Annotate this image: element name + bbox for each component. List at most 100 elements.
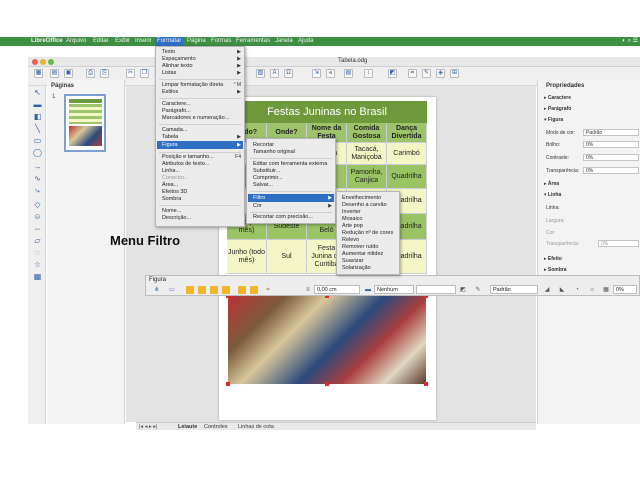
flowchart-icon[interactable]: ▱ [32, 236, 43, 245]
format-menu-item[interactable]: Atributos de texto... [162, 161, 209, 167]
tab-leiaute[interactable]: Leiaute [178, 424, 197, 430]
resize-handle[interactable] [424, 382, 428, 386]
transform-icon[interactable]: ▭ [168, 286, 176, 294]
color-mode-select[interactable]: Padrão [583, 129, 639, 136]
menu-libreoffice[interactable]: LibreOffice [31, 38, 63, 44]
section-paragrafo[interactable]: ▸ Parágrafo [544, 106, 571, 112]
section-caractere[interactable]: ▸ Caractere [544, 95, 571, 101]
menu-pagina[interactable]: Página [187, 38, 206, 44]
format-menu-item[interactable]: Descrição... [162, 215, 191, 221]
green-channel-icon[interactable]: ◣ [558, 286, 566, 294]
resize-handle[interactable] [325, 382, 329, 386]
blue-channel-icon[interactable]: ◔ [573, 286, 581, 294]
figura-menu-item[interactable]: Recortar [253, 142, 274, 148]
section-area[interactable]: ▸ Área [544, 181, 559, 187]
tab-controles[interactable]: Controles [204, 424, 228, 430]
pen-icon[interactable]: ✎ [422, 69, 431, 78]
filter-item[interactable]: Arte pop [342, 223, 363, 229]
format-menu-item[interactable]: Posição e tamanho... [162, 154, 214, 160]
format-menu-item[interactable]: Camada... [162, 127, 187, 133]
section-sombra[interactable]: ▸ Sombra [544, 267, 567, 273]
menu-janela[interactable]: Janela [275, 38, 293, 44]
format-menu-item[interactable]: Caractere... [162, 101, 191, 107]
menu-ferramentas[interactable]: Ferramentas [236, 38, 270, 44]
basic-shapes-icon[interactable]: ◇ [32, 200, 43, 209]
figura-menu-item[interactable]: Comprimir... [253, 175, 283, 181]
transparency-value[interactable]: 0% [613, 285, 637, 294]
area-fill-select[interactable] [416, 285, 456, 294]
ellipse-tool-icon[interactable]: ◯ [32, 148, 43, 157]
tab-linhas-de-cota[interactable]: Linhas de cota [238, 424, 274, 430]
format-menu-item[interactable]: Limpar formatação direta [162, 82, 223, 88]
format-menu-item[interactable]: Parágrafo... [162, 108, 191, 114]
format-menu-item-figura[interactable]: Figura [162, 142, 178, 148]
figura-menu-item[interactable]: Salvar... [253, 182, 273, 188]
format-menu-item[interactable]: Estilos [162, 89, 178, 95]
line-tool-icon[interactable]: ╲ [32, 124, 43, 133]
figura-menu-item[interactable]: Tamanho original [253, 149, 295, 155]
close-window-button[interactable] [32, 59, 38, 65]
shadow-icon[interactable]: ◩ [388, 69, 397, 78]
figura-menu-item-filtro[interactable]: Filtro [253, 195, 265, 201]
transparency-field[interactable]: 0% [583, 167, 639, 174]
symbol-shapes-icon[interactable]: ☺ [32, 212, 43, 221]
format-menu-item[interactable]: Alinhar texto [162, 63, 193, 69]
callouts-icon[interactable]: ◌ [32, 248, 43, 257]
open-icon[interactable]: ▤ [50, 69, 59, 78]
section-figura[interactable]: ▾ Figura [544, 117, 563, 123]
shadow-icon[interactable]: ◩ [459, 286, 467, 294]
backward-one-icon[interactable] [210, 286, 218, 294]
minimize-window-button[interactable] [40, 59, 46, 65]
arrange-back-icon[interactable] [222, 286, 230, 294]
save-icon[interactable]: ▣ [64, 69, 73, 78]
format-menu-item[interactable]: Efeitos 3D [162, 189, 187, 195]
arrange-front-icon[interactable] [186, 286, 194, 294]
text-icon[interactable]: A [270, 69, 279, 78]
arrange-icon[interactable]: ▤ [344, 69, 353, 78]
connector-tool-icon[interactable]: ⤷ [32, 186, 43, 195]
format-menu-item[interactable]: Espaçamento [162, 56, 196, 62]
line-width-field[interactable]: 0,00 cm [314, 285, 360, 294]
filter-item[interactable]: Aumentar nitidez [342, 251, 383, 257]
brightness-icon[interactable]: ☼ [588, 286, 596, 294]
filter-icon[interactable]: ⋔ [153, 286, 161, 294]
tab-nav-arrows[interactable]: |◂ ◂ ▸ ▸| [139, 424, 158, 430]
menu-exibir[interactable]: Exibir [115, 38, 130, 44]
line-color-icon[interactable]: ▬ [32, 100, 43, 109]
align-icon[interactable]: ⫷ [326, 69, 335, 78]
transform-icon[interactable]: ⇲ [312, 69, 321, 78]
figura-menu-item[interactable]: Editar com ferramenta externa [253, 161, 327, 167]
figura-menu-item[interactable]: Cor [253, 203, 262, 209]
section-linha[interactable]: ▾ Linha [544, 192, 561, 198]
grid-icon[interactable]: ⊞ [450, 69, 459, 78]
figura-menu-item[interactable]: Substituir... [253, 168, 280, 174]
behind-icon[interactable] [250, 286, 258, 294]
format-menu-item[interactable]: Tabela [162, 134, 178, 140]
print-icon[interactable]: ⎘ [100, 69, 109, 78]
export-pdf-icon[interactable]: ⎙ [86, 69, 95, 78]
forward-one-icon[interactable] [198, 286, 206, 294]
filter-item[interactable]: Relevo [342, 237, 359, 243]
select-tool-icon[interactable]: ↖ [32, 88, 43, 97]
fill-color-icon[interactable]: ◧ [32, 112, 43, 121]
crop-icon[interactable]: ⌗ [408, 69, 417, 78]
transparency-icon[interactable]: ▦ [602, 286, 610, 294]
filter-item[interactable]: Redução nº de cores [342, 230, 393, 236]
filter-item[interactable]: Mosaico [342, 216, 362, 222]
arrow-tool-icon[interactable]: → [32, 162, 43, 171]
line-transparency-field[interactable]: 0% [598, 240, 639, 247]
distribute-icon[interactable]: ↕ [364, 69, 373, 78]
block-arrows-icon[interactable]: ⇔ [32, 224, 43, 233]
copy-icon[interactable]: ❐ [140, 69, 149, 78]
3d-objects-icon[interactable]: ▦ [32, 272, 43, 281]
menu-inserir[interactable]: Inserir [135, 38, 152, 44]
format-menu-item[interactable]: Nome... [162, 208, 181, 214]
filter-item[interactable]: Desenho a carvão [342, 202, 387, 208]
image-mode-select[interactable]: Padrão [490, 285, 538, 294]
cut-icon[interactable]: ✂ [126, 69, 135, 78]
resize-handle[interactable] [226, 382, 230, 386]
filter-item[interactable]: Suavizar [342, 258, 363, 264]
red-channel-icon[interactable]: ◢ [543, 286, 551, 294]
selected-photo[interactable] [228, 296, 426, 384]
menu-ajuda[interactable]: Ajuda [298, 38, 313, 44]
